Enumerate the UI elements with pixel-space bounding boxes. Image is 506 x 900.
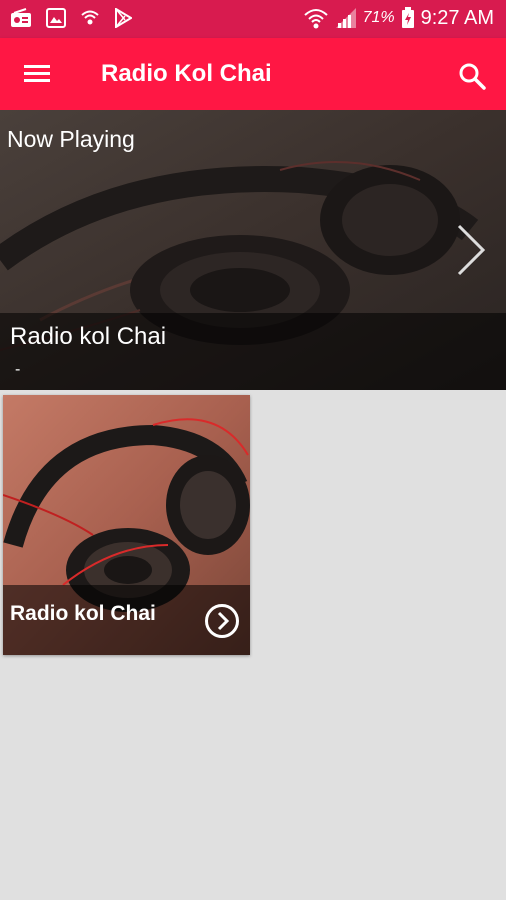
signal-icon	[335, 8, 356, 28]
page-title: Radio Kol Chai	[101, 60, 272, 87]
status-bar-notifications	[10, 8, 132, 28]
battery-charging-icon	[401, 7, 414, 28]
wifi-icon	[303, 9, 328, 29]
status-bar-system: 71% 9:27 AM	[303, 6, 494, 30]
next-button[interactable]	[454, 222, 488, 278]
status-bar: 71% 9:27 AM	[0, 0, 506, 38]
now-playing-subtitle: -	[15, 361, 21, 378]
now-playing-label: Now Playing	[7, 126, 135, 152]
chevron-right-icon	[457, 224, 486, 276]
battery-percent: 71%	[362, 9, 395, 26]
wifi-ring-icon	[81, 10, 99, 25]
station-card-footer: Radio kol Chai	[3, 585, 250, 655]
play-circle-icon	[205, 604, 239, 638]
search-button[interactable]	[456, 60, 488, 92]
station-card-label: Radio kol Chai	[10, 602, 156, 625]
menu-button[interactable]	[20, 58, 56, 90]
image-icon	[46, 8, 66, 28]
now-playing-info: Radio kol Chai -	[0, 313, 506, 390]
clock: 9:27 AM	[420, 6, 494, 29]
station-card[interactable]: Radio kol Chai	[3, 395, 250, 655]
now-playing-panel[interactable]: Now Playing Radio kol Chai -	[0, 110, 506, 390]
station-play-button[interactable]	[204, 603, 240, 639]
radio-icon	[11, 8, 31, 27]
hamburger-menu-icon	[24, 65, 50, 82]
app-toolbar: Radio Kol Chai	[0, 38, 506, 110]
play-store-icon	[115, 8, 132, 28]
search-icon	[459, 63, 486, 90]
now-playing-station: Radio kol Chai	[10, 323, 167, 350]
